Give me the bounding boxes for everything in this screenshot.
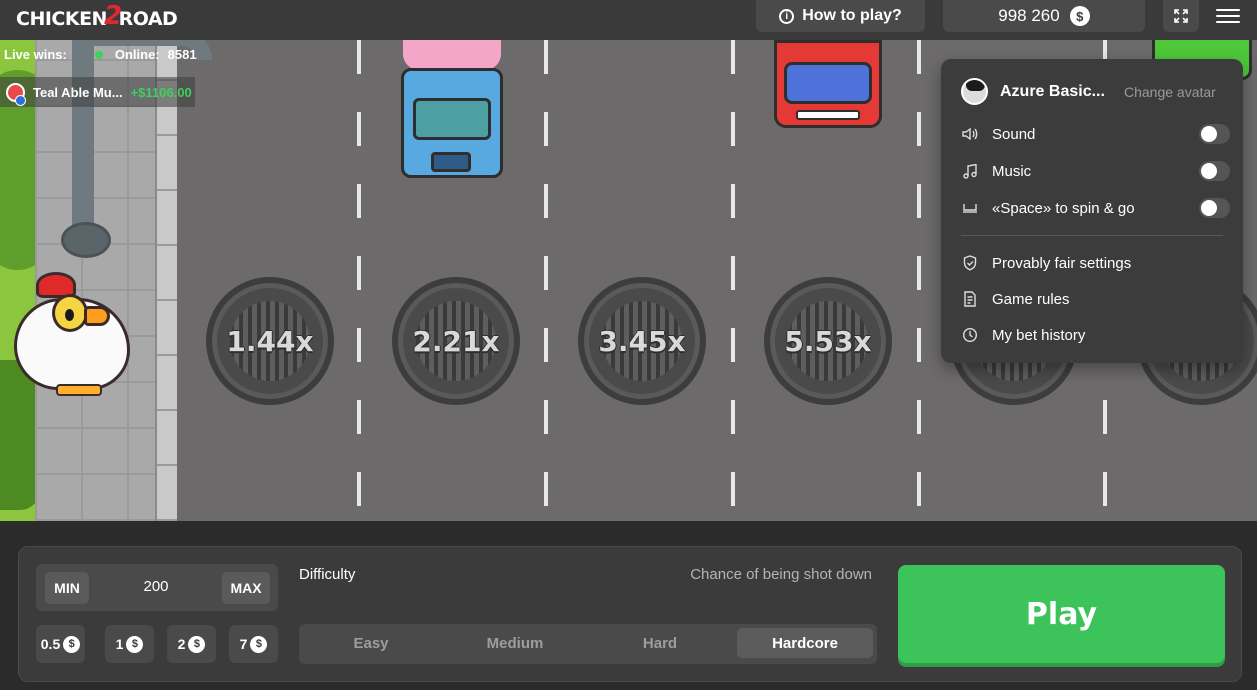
difficulty-label: Difficulty: [299, 566, 356, 583]
menu-username: Azure Basic...: [1000, 82, 1105, 100]
quick-bet-chip-1[interactable]: 1 $: [105, 625, 154, 663]
chip-value: 7: [239, 636, 248, 652]
hamburger-menu-button[interactable]: [1216, 4, 1240, 28]
music-note-icon: [961, 162, 979, 180]
menu-divider: [961, 235, 1223, 236]
difficulty-hardcore[interactable]: Hardcore: [737, 628, 873, 658]
top-bar: CHICKEN 2 ROAD i How to play? 998 260 $: [0, 0, 1257, 40]
provably-fair-item[interactable]: Provably fair settings: [961, 251, 1227, 275]
dollar-coin-icon: $: [188, 635, 206, 653]
online-count: 8581: [167, 47, 197, 62]
curb: [155, 40, 177, 521]
win-username: Teal Able Mu...: [33, 84, 123, 100]
provably-fair-label: Provably fair settings: [992, 254, 1132, 272]
logo: CHICKEN 2 ROAD: [16, 1, 178, 31]
multiplier-manhole-4[interactable]: 5.53x: [764, 277, 892, 405]
multiplier-label: 3.45x: [598, 324, 686, 358]
multiplier-label: 5.53x: [784, 324, 872, 358]
how-to-play-button[interactable]: i How to play?: [756, 0, 925, 32]
quick-bet-chip-0-5[interactable]: 0.5 $: [36, 625, 85, 663]
chicken-character: [12, 272, 134, 397]
sound-label: Sound: [992, 125, 1036, 143]
live-win-entry: Teal Able Mu... +$1106.00: [0, 77, 195, 107]
quick-bet-chip-2[interactable]: 2 $: [167, 625, 216, 663]
live-wins-bar: Live wins: Online: 8581: [4, 47, 197, 62]
music-label: Music: [992, 162, 1032, 180]
bet-history-label: My bet history: [992, 326, 1086, 344]
multiplier-manhole-2[interactable]: 2.21x: [392, 277, 520, 405]
multiplier-label: 2.21x: [412, 324, 500, 358]
game-rules-label: Game rules: [992, 290, 1070, 308]
logo-text-road: ROAD: [118, 8, 178, 30]
hamburger-icon: [1216, 9, 1240, 11]
speaker-icon: [961, 125, 979, 143]
multiplier-manhole-3[interactable]: 3.45x: [578, 277, 706, 405]
bet-history-item[interactable]: My bet history: [961, 323, 1227, 347]
street-lamp-base: [61, 222, 111, 258]
play-button[interactable]: Play: [898, 565, 1225, 663]
logo-text-chicken: CHICKEN: [16, 8, 107, 30]
difficulty-medium[interactable]: Medium: [447, 628, 583, 658]
red-truck: [766, 40, 890, 130]
chance-label: Chance of being shot down: [690, 566, 872, 583]
app-root: CHICKEN 2 ROAD i How to play? 998 260 $: [0, 0, 1257, 690]
sound-toggle[interactable]: [1199, 124, 1230, 144]
spacebar-icon: [961, 199, 979, 217]
chip-value: 2: [177, 636, 186, 652]
multiplier-manhole-1[interactable]: 1.44x: [206, 277, 334, 405]
min-bet-button[interactable]: MIN: [45, 572, 89, 604]
music-toggle[interactable]: [1199, 161, 1230, 181]
online-label: Online:: [114, 47, 160, 62]
win-amount: +$1106.00: [130, 84, 192, 100]
info-icon: i: [779, 8, 795, 24]
balance-amount: 998 260: [998, 6, 1060, 25]
multiplier-label: 1.44x: [226, 324, 314, 358]
fullscreen-icon: [1174, 9, 1188, 23]
difficulty-easy[interactable]: Easy: [303, 628, 439, 658]
lane-divider: [357, 40, 361, 521]
balance-display: 998 260 $: [943, 0, 1145, 32]
history-clock-icon: [961, 326, 979, 344]
user-avatar-icon: [6, 82, 26, 106]
game-rules-item[interactable]: Game rules: [961, 287, 1227, 311]
music-setting[interactable]: Music: [961, 159, 1230, 183]
online-indicator-icon: [94, 50, 103, 59]
avatar-icon[interactable]: [961, 78, 988, 105]
lane-divider: [544, 40, 548, 521]
rules-document-icon: [961, 290, 979, 308]
dollar-coin-icon: $: [250, 635, 268, 653]
change-avatar-link[interactable]: Change avatar: [1124, 84, 1216, 100]
sound-setting[interactable]: Sound: [961, 122, 1230, 146]
chip-value: 1: [115, 636, 124, 652]
space-toggle[interactable]: [1199, 198, 1230, 218]
shield-check-icon: [961, 254, 979, 272]
settings-dropdown: Azure Basic... Change avatar Sound Music…: [941, 59, 1243, 363]
max-bet-button[interactable]: MAX: [222, 572, 270, 604]
dollar-coin-icon: $: [63, 635, 81, 653]
difficulty-hard[interactable]: Hard: [592, 628, 728, 658]
lane-divider: [917, 40, 921, 521]
how-to-play-label: How to play?: [802, 7, 902, 24]
menu-user-header: Azure Basic... Change avatar: [961, 78, 1231, 105]
street-lamp-pole: [72, 40, 94, 245]
space-label: «Space» to spin & go: [992, 199, 1135, 217]
lane-divider: [731, 40, 735, 521]
dollar-coin-icon: $: [126, 635, 144, 653]
space-setting[interactable]: «Space» to spin & go: [961, 196, 1230, 220]
dollar-coin-icon: $: [1069, 6, 1090, 26]
bet-amount-input[interactable]: 200: [92, 578, 220, 595]
quick-bet-chip-7[interactable]: 7 $: [229, 625, 278, 663]
fullscreen-button[interactable]: [1163, 0, 1199, 32]
chip-value: 0.5: [40, 636, 61, 652]
blue-truck: [397, 40, 507, 182]
live-wins-label: Live wins:: [4, 47, 67, 62]
